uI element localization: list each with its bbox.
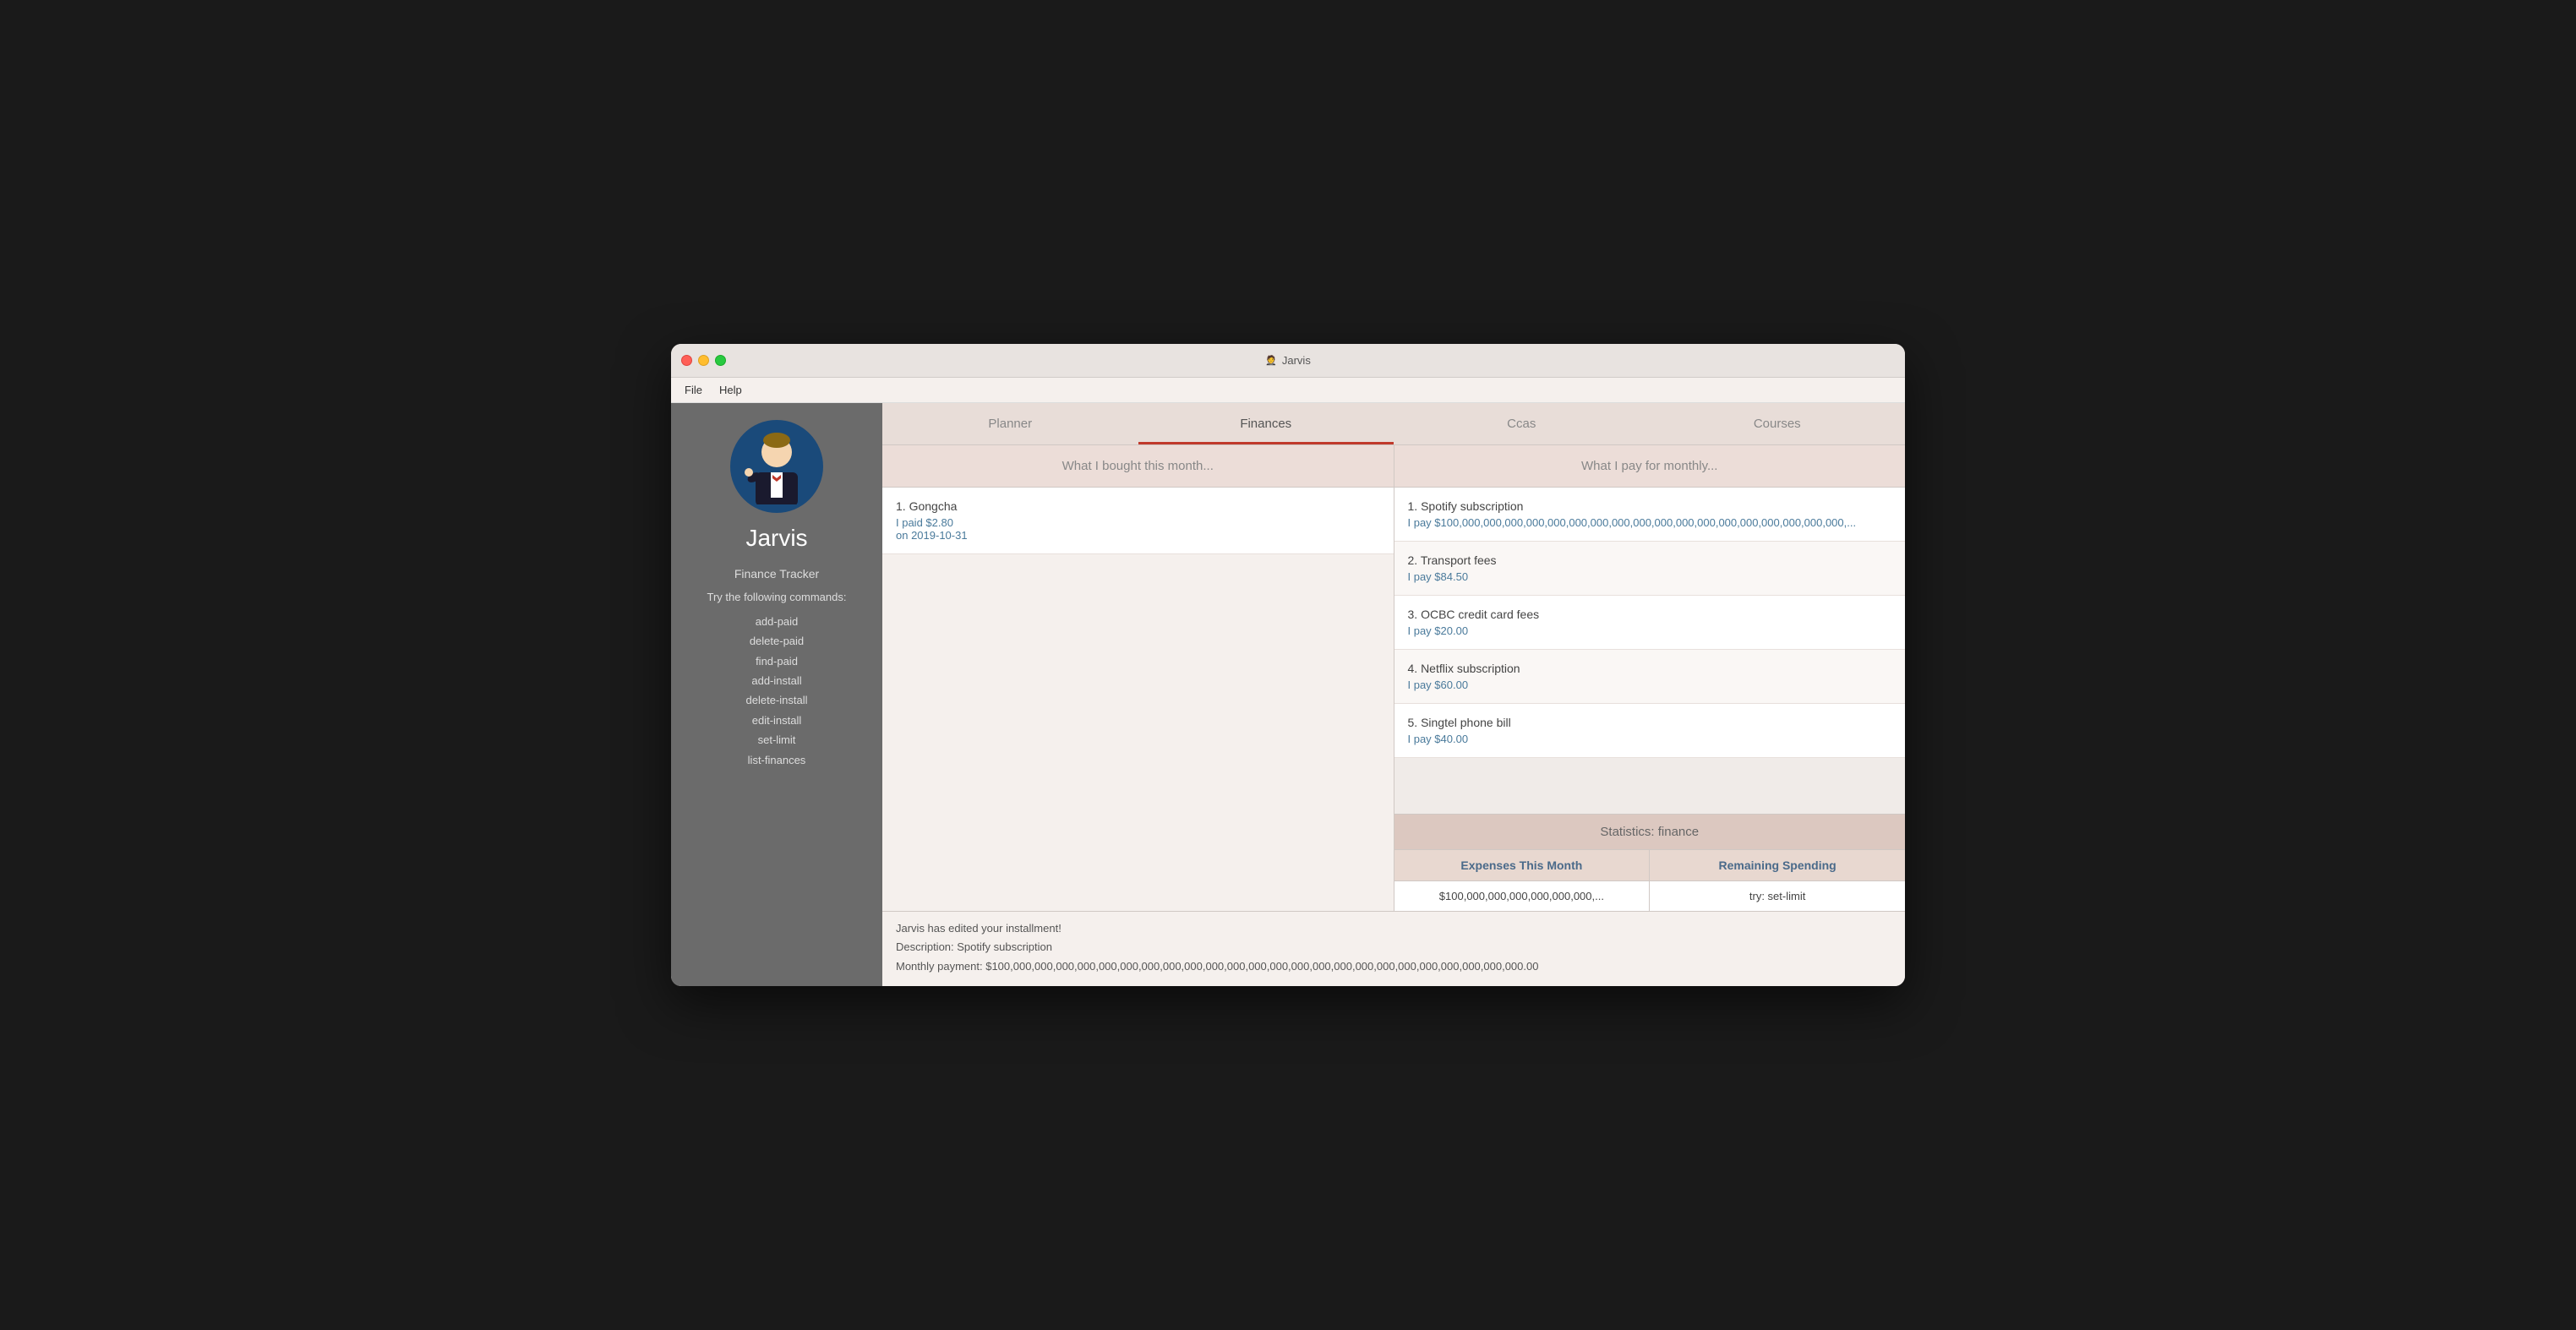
- maximize-button[interactable]: [715, 355, 726, 366]
- cmd-delete-install: delete-install: [746, 690, 808, 710]
- list-item: 4. Netflix subscription I pay $60.00: [1394, 650, 1906, 704]
- main-window: 🤵 Jarvis File Help: [671, 344, 1905, 986]
- cmd-find-paid: find-paid: [746, 651, 808, 671]
- left-panel: What I bought this month... 1. Gongcha I…: [882, 445, 1394, 911]
- statistics-section: Statistics: finance Expenses This Month …: [1394, 814, 1906, 911]
- tab-finances[interactable]: Finances: [1138, 403, 1394, 444]
- status-line-2: Description: Spotify subscription: [896, 939, 1891, 957]
- panels: What I bought this month... 1. Gongcha I…: [882, 445, 1905, 911]
- menubar: File Help: [671, 378, 1905, 403]
- avatar: [730, 420, 823, 513]
- right-panel: What I pay for monthly... 1. Spotify sub…: [1394, 445, 1906, 911]
- menu-help[interactable]: Help: [719, 384, 742, 396]
- item-detail: I pay $100,000,000,000,000,000,000,000,0…: [1408, 516, 1892, 529]
- list-item: 1. Spotify subscription I pay $100,000,0…: [1394, 488, 1906, 542]
- remaining-value: try: set-limit: [1650, 881, 1905, 911]
- statistics-values-row: $100,000,000,000,000,000,000,... try: se…: [1394, 881, 1906, 911]
- sidebar-name: Jarvis: [745, 525, 807, 552]
- tab-courses[interactable]: Courses: [1650, 403, 1906, 444]
- item-detail: I pay $20.00: [1408, 624, 1892, 637]
- close-button[interactable]: [681, 355, 692, 366]
- sidebar-section-title: Finance Tracker: [734, 567, 819, 581]
- cmd-edit-install: edit-install: [746, 711, 808, 730]
- list-item: 5. Singtel phone bill I pay $40.00: [1394, 704, 1906, 758]
- cmd-add-install: add-install: [746, 671, 808, 690]
- item-title: 1. Gongcha: [896, 499, 1380, 513]
- list-item: 2. Transport fees I pay $84.50: [1394, 542, 1906, 596]
- item-detail-1: I paid $2.80: [896, 516, 1380, 529]
- right-panel-header: What I pay for monthly...: [1394, 445, 1906, 488]
- sidebar: Jarvis Finance Tracker Try the following…: [671, 403, 882, 986]
- item-title: 3. OCBC credit card fees: [1408, 608, 1892, 621]
- tabs: Planner Finances Ccas Courses: [882, 403, 1905, 445]
- list-item: 1. Gongcha I paid $2.80 on 2019-10-31: [882, 488, 1394, 554]
- right-panel-list: 1. Spotify subscription I pay $100,000,0…: [1394, 488, 1906, 814]
- left-panel-header: What I bought this month...: [882, 445, 1394, 488]
- tab-planner[interactable]: Planner: [882, 403, 1138, 444]
- sidebar-commands: add-paid delete-paid find-paid add-insta…: [746, 612, 808, 770]
- remaining-label: Remaining Spending: [1650, 850, 1905, 881]
- window-title: 🤵 Jarvis: [1265, 354, 1311, 367]
- expenses-label: Expenses This Month: [1394, 850, 1651, 881]
- item-detail: I pay $60.00: [1408, 679, 1892, 691]
- item-detail-2: on 2019-10-31: [896, 529, 1380, 542]
- item-title: 5. Singtel phone bill: [1408, 716, 1892, 729]
- sidebar-commands-label: Try the following commands:: [707, 589, 847, 607]
- left-panel-content: 1. Gongcha I paid $2.80 on 2019-10-31: [882, 488, 1394, 911]
- title-icon: 🤵: [1265, 355, 1277, 366]
- cmd-delete-paid: delete-paid: [746, 631, 808, 651]
- statistics-labels-row: Expenses This Month Remaining Spending: [1394, 850, 1906, 881]
- expenses-value: $100,000,000,000,000,000,000,...: [1394, 881, 1651, 911]
- content-area: Planner Finances Ccas Courses What I bou…: [882, 403, 1905, 986]
- status-line-3: Monthly payment: $100,000,000,000,000,00…: [896, 958, 1891, 976]
- traffic-lights: [681, 355, 726, 366]
- cmd-list-finances: list-finances: [746, 750, 808, 770]
- list-item: 3. OCBC credit card fees I pay $20.00: [1394, 596, 1906, 650]
- title-text: Jarvis: [1282, 354, 1311, 367]
- item-detail: I pay $84.50: [1408, 570, 1892, 583]
- titlebar: 🤵 Jarvis: [671, 344, 1905, 378]
- item-title: 4. Netflix subscription: [1408, 662, 1892, 675]
- cmd-set-limit: set-limit: [746, 730, 808, 749]
- item-detail: I pay $40.00: [1408, 733, 1892, 745]
- statistics-header: Statistics: finance: [1394, 815, 1906, 850]
- content-body: What I bought this month... 1. Gongcha I…: [882, 445, 1905, 986]
- status-line-1: Jarvis has edited your installment!: [896, 920, 1891, 938]
- status-bar: Jarvis has edited your installment! Desc…: [882, 911, 1905, 986]
- tab-ccas[interactable]: Ccas: [1394, 403, 1650, 444]
- main-layout: Jarvis Finance Tracker Try the following…: [671, 403, 1905, 986]
- item-title: 1. Spotify subscription: [1408, 499, 1892, 513]
- item-title: 2. Transport fees: [1408, 553, 1892, 567]
- minimize-button[interactable]: [698, 355, 709, 366]
- cmd-add-paid: add-paid: [746, 612, 808, 631]
- menu-file[interactable]: File: [685, 384, 702, 396]
